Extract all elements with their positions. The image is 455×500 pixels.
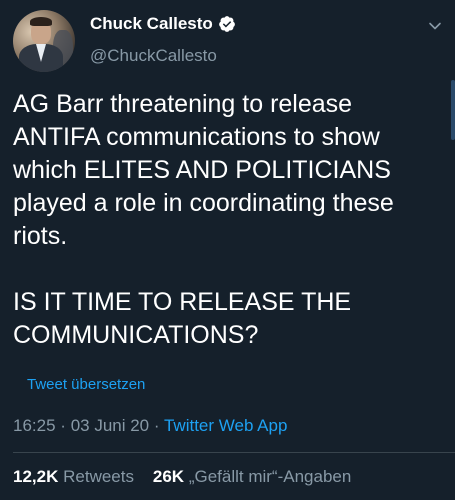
meta-separator: · (153, 416, 160, 435)
likes-count: 26K (152, 467, 185, 486)
retweets-label: Retweets (63, 467, 134, 486)
retweets-stat[interactable]: 12,2K Retweets (13, 467, 134, 486)
meta-separator: · (60, 416, 66, 435)
tweet-time[interactable]: 16:25 (13, 416, 56, 435)
tweet-detail: Chuck Callesto @ChuckCallesto AG Barr th… (0, 0, 455, 500)
author-name-row[interactable]: Chuck Callesto (90, 14, 236, 34)
avatar[interactable] (13, 10, 75, 72)
tweet-meta: 16:25 · 03 Juni 20 · Twitter Web App (13, 416, 287, 436)
tweet-stats: 12,2K Retweets 26K „Gefällt mir“-Angaben (13, 467, 351, 487)
likes-stat[interactable]: 26K „Gefällt mir“-Angaben (153, 467, 351, 486)
divider (13, 452, 455, 453)
tweet-text: AG Barr threatening to release ANTIFA co… (13, 90, 394, 349)
tweet-source[interactable]: Twitter Web App (164, 416, 287, 435)
tweet-date[interactable]: 03 Juni 20 (71, 416, 149, 435)
retweets-count: 12,2K (13, 467, 59, 486)
chevron-down-icon[interactable] (427, 18, 443, 34)
author-handle[interactable]: @ChuckCallesto (90, 46, 217, 66)
verified-badge-icon (218, 16, 235, 32)
likes-label: „Gefällt mir“-Angaben (188, 467, 352, 486)
scrollbar-thumb[interactable] (451, 80, 455, 140)
translate-tweet-link[interactable]: Tweet übersetzen (27, 376, 145, 393)
avatar-hair (30, 17, 52, 26)
author-display-name[interactable]: Chuck Callesto (90, 14, 213, 34)
